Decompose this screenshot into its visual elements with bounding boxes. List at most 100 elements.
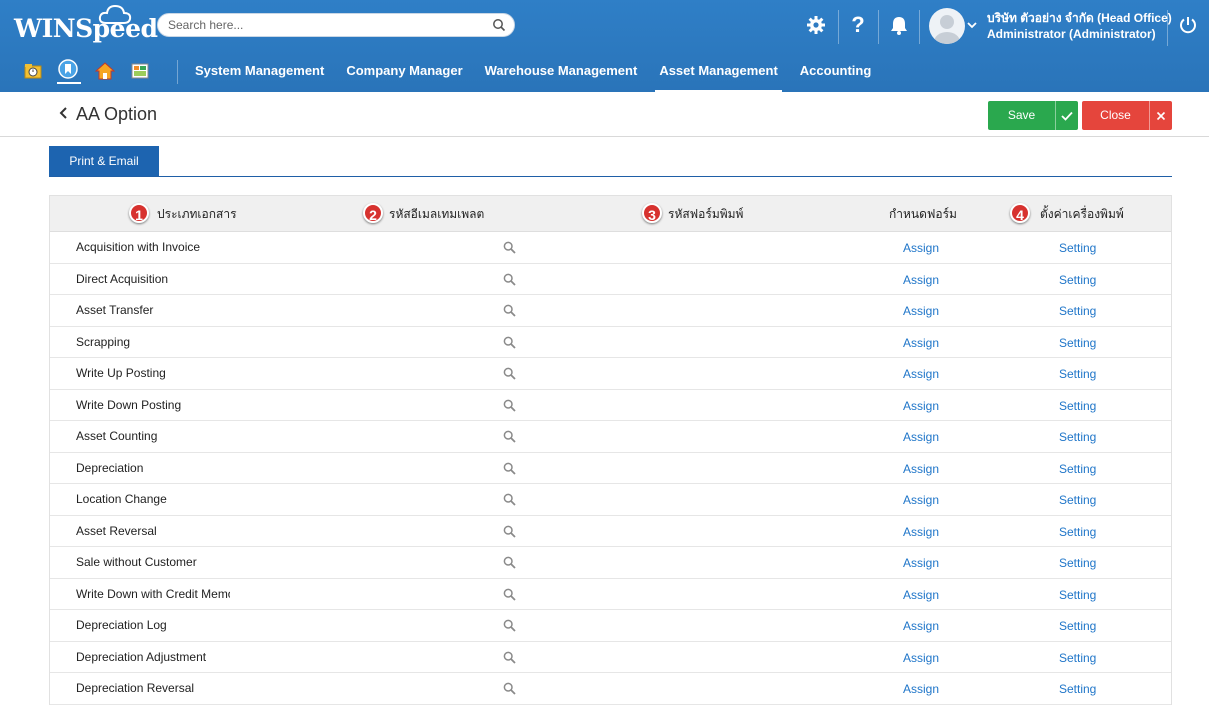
setting-link[interactable]: Setting [1059,525,1096,539]
help-icon[interactable]: ? [846,12,870,37]
menu-accounting[interactable]: Accounting [796,52,876,92]
assign-link[interactable]: Assign [903,336,939,350]
search-input[interactable] [168,17,488,33]
search-icon[interactable] [503,651,516,664]
setting-link[interactable]: Setting [1059,241,1096,255]
table-row: Depreciation Assign Setting [50,453,1171,484]
folder-clock-icon[interactable] [23,61,43,81]
doc-type-name: Acquisition with Invoice [76,240,201,254]
table-row: Write Down with Credit Memo Assign Setting [50,579,1171,610]
search-icon[interactable] [503,336,516,349]
settings-gear-icon[interactable] [804,13,828,37]
assign-link[interactable]: Assign [903,430,939,444]
bookmark-icon[interactable] [57,58,79,80]
notification-bell-icon[interactable] [887,13,911,37]
search-icon[interactable] [503,304,516,317]
table-row: Write Up Posting Assign Setting [50,358,1171,390]
assign-link[interactable]: Assign [903,619,939,633]
page-title: AA Option [76,104,158,124]
search-icon[interactable] [503,430,516,443]
doc-type-name: Location Change [76,492,167,506]
tab-print-email[interactable]: Print & Email [49,146,159,176]
setting-link[interactable]: Setting [1059,430,1096,444]
back-chevron-icon[interactable] [58,105,68,126]
setting-link[interactable]: Setting [1059,304,1096,318]
search-icon[interactable] [503,682,516,695]
assign-link[interactable]: Assign [903,651,939,665]
table-row: Acquisition with Invoice Assign Setting [50,232,1171,264]
setting-link[interactable]: Setting [1059,588,1096,602]
tab-bar: Print & Email [49,146,1172,177]
doc-type-name: Write Up Posting [76,366,166,380]
search-icon[interactable] [503,273,516,286]
header-assign-form: กำหนดฟอร์ม [889,207,957,221]
search-icon[interactable] [503,367,516,380]
setting-link[interactable]: Setting [1059,682,1096,696]
home-icon[interactable] [95,61,115,81]
search-box[interactable] [157,13,515,37]
table-row: Location Change Assign Setting [50,484,1171,516]
menu-divider [177,60,178,84]
menu-system-management[interactable]: System Management [191,52,328,92]
doc-type-name: Asset Transfer [76,303,154,317]
menu-warehouse-management[interactable]: Warehouse Management [481,52,642,92]
assign-link[interactable]: Assign [903,273,939,287]
search-icon[interactable] [503,588,516,601]
assign-link[interactable]: Assign [903,525,939,539]
chevron-down-icon[interactable] [965,13,979,37]
doc-type-name: Direct Acquisition [76,271,169,286]
assign-link[interactable]: Assign [903,462,939,476]
print-email-table: 1 ประเภทเอกสาร 2 รหัสอีเมลเทมเพลต 3 รหัส… [49,195,1172,705]
search-icon[interactable] [503,525,516,538]
company-info: บริษัท ตัวอย่าง จำกัด (Head Office) Admi… [987,10,1172,42]
doc-type-name: Asset Reversal [76,523,157,538]
user-avatar[interactable] [929,8,965,44]
assign-link[interactable]: Assign [903,304,939,318]
setting-link[interactable]: Setting [1059,367,1096,381]
assign-link[interactable]: Assign [903,493,939,507]
table-row: Asset Transfer Assign Setting [50,295,1171,327]
setting-link[interactable]: Setting [1059,336,1096,350]
assign-link[interactable]: Assign [903,556,939,570]
table-row: Asset Reversal Assign Setting [50,516,1171,547]
assign-link[interactable]: Assign [903,241,939,255]
step-badge-4: 4 [1010,203,1030,223]
search-icon[interactable] [503,241,516,254]
search-icon[interactable] [503,493,516,506]
search-icon[interactable] [503,619,516,632]
close-button[interactable]: Close [1082,101,1172,130]
search-icon[interactable] [503,556,516,569]
search-icon[interactable] [503,399,516,412]
setting-link[interactable]: Setting [1059,619,1096,633]
setting-link[interactable]: Setting [1059,651,1096,665]
step-badge-1: 1 [129,203,149,223]
power-icon[interactable] [1176,13,1200,37]
setting-link[interactable]: Setting [1059,273,1096,287]
setting-link[interactable]: Setting [1059,462,1096,476]
assign-link[interactable]: Assign [903,682,939,696]
table-row: Depreciation Reversal Assign Setting [50,673,1171,705]
doc-type-name: Depreciation Log [76,618,167,632]
doc-type-name: Sale without Customer [76,555,197,569]
bookmark-tab[interactable] [57,58,81,84]
header-print-form: รหัสฟอร์มพิมพ์ [668,207,744,221]
setting-link[interactable]: Setting [1059,399,1096,413]
doc-type-name: Asset Counting [76,429,158,443]
menu-company-manager[interactable]: Company Manager [342,52,466,92]
setting-link[interactable]: Setting [1059,493,1096,507]
search-icon[interactable] [492,18,506,32]
assign-link[interactable]: Assign [903,399,939,413]
save-button-label: Save [1007,108,1036,122]
save-button[interactable]: Save [988,101,1078,130]
user-name: Administrator (Administrator) [987,27,1156,41]
close-button-label: Close [1100,108,1131,122]
menu-asset-management[interactable]: Asset Management [655,52,782,92]
assign-link[interactable]: Assign [903,588,939,602]
top-header: WINSpeed ? [0,0,1209,92]
search-icon[interactable] [503,462,516,475]
app-logo[interactable]: WINSpeed [14,14,158,43]
table-row: Sale without Customer Assign Setting [50,547,1171,579]
setting-link[interactable]: Setting [1059,556,1096,570]
dashboard-icon[interactable] [130,61,150,81]
assign-link[interactable]: Assign [903,367,939,381]
